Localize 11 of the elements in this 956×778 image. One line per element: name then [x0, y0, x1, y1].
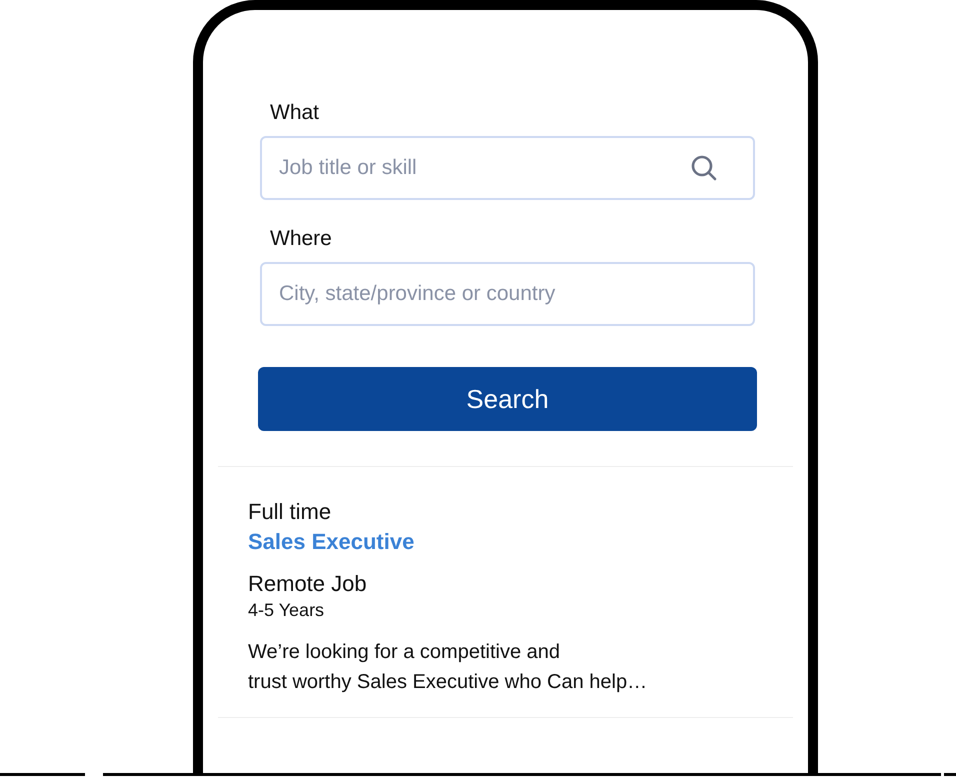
field-label: Where [270, 226, 333, 252]
job-description: We’re looking for a competitive and trust worthy Sales Executive who Can help… [248, 640, 648, 695]
search-button[interactable]: Search [258, 367, 757, 431]
job-experience: 4-5 Years [248, 599, 324, 621]
input-field[interactable]: Job title or skill [260, 136, 755, 200]
job-type: Full time [248, 498, 332, 526]
input-field[interactable]: City, state/province or country [260, 262, 755, 326]
job-title-link[interactable]: Sales Executive [248, 527, 414, 557]
search-icon[interactable] [691, 155, 717, 181]
field-label: What [270, 100, 320, 126]
job-location: Remote Job [248, 570, 367, 598]
